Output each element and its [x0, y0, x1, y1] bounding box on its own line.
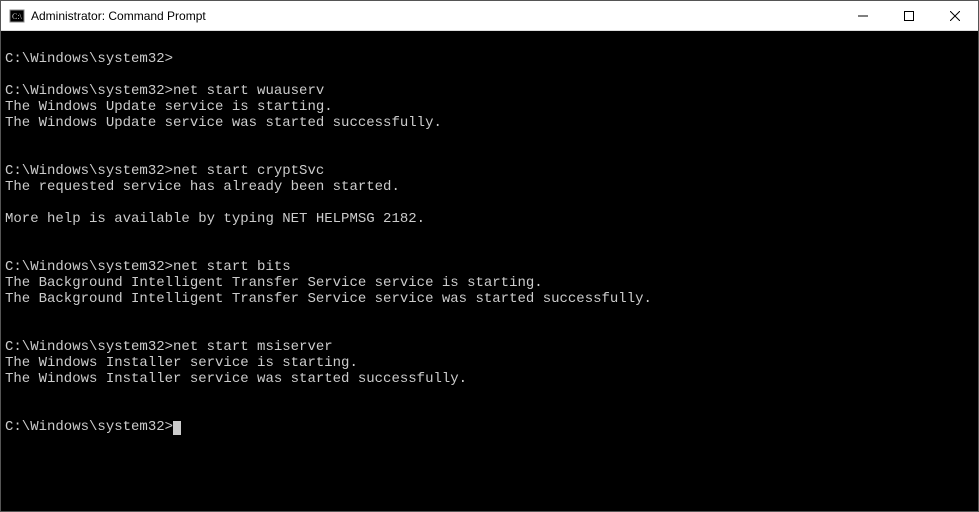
terminal-line: C:\Windows\system32>net start wuauserv: [5, 83, 974, 99]
terminal-line: [5, 403, 974, 419]
terminal-line: [5, 35, 974, 51]
cmd-icon: C:\: [9, 8, 25, 24]
svg-text:C:\: C:\: [12, 12, 23, 21]
close-button[interactable]: [932, 1, 978, 30]
terminal-line: C:\Windows\system32>: [5, 51, 974, 67]
command-prompt-window: C:\ Administrator: Command Prompt C:\Win…: [0, 0, 979, 512]
minimize-button[interactable]: [840, 1, 886, 30]
terminal-line: The Windows Installer service is startin…: [5, 355, 974, 371]
terminal-line: [5, 195, 974, 211]
terminal-line: [5, 67, 974, 83]
terminal-line: The Windows Installer service was starte…: [5, 371, 974, 387]
terminal-line: [5, 227, 974, 243]
terminal-line: [5, 323, 974, 339]
terminal-line: C:\Windows\system32>net start bits: [5, 259, 974, 275]
window-controls: [840, 1, 978, 30]
maximize-button[interactable]: [886, 1, 932, 30]
terminal-line: [5, 387, 974, 403]
terminal-line: [5, 307, 974, 323]
terminal-line: C:\Windows\system32>net start msiserver: [5, 339, 974, 355]
terminal-line: More help is available by typing NET HEL…: [5, 211, 974, 227]
titlebar[interactable]: C:\ Administrator: Command Prompt: [1, 1, 978, 31]
terminal-line: The Background Intelligent Transfer Serv…: [5, 275, 974, 291]
terminal-line: [5, 243, 974, 259]
terminal-body[interactable]: C:\Windows\system32> C:\Windows\system32>…: [1, 31, 978, 511]
terminal-line: The requested service has already been s…: [5, 179, 974, 195]
window-title: Administrator: Command Prompt: [31, 9, 840, 23]
terminal-line: [5, 147, 974, 163]
terminal-line: The Windows Update service is starting.: [5, 99, 974, 115]
terminal-line: The Windows Update service was started s…: [5, 115, 974, 131]
terminal-line: C:\Windows\system32>: [5, 419, 974, 435]
cursor: [173, 421, 181, 435]
terminal-line: The Background Intelligent Transfer Serv…: [5, 291, 974, 307]
terminal-line: [5, 131, 974, 147]
terminal-line: C:\Windows\system32>net start cryptSvc: [5, 163, 974, 179]
